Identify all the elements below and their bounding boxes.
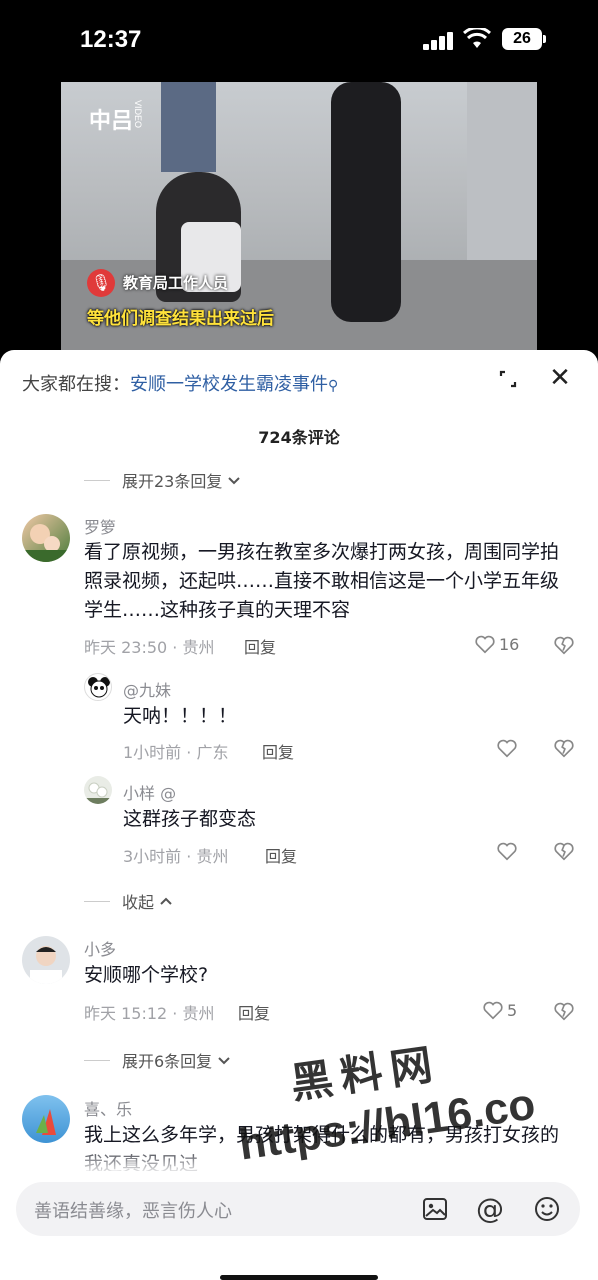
- cellular-signal-icon: [423, 32, 455, 50]
- reply-username[interactable]: 小样 @: [123, 780, 176, 804]
- chevron-down-icon: [218, 1057, 230, 1065]
- comment-username[interactable]: 小多: [84, 936, 116, 960]
- like-count: 5: [507, 1000, 518, 1020]
- heart-icon: [483, 1001, 503, 1020]
- reply-text: 天呐！！！！: [123, 705, 238, 727]
- comment-username[interactable]: 罗箩: [84, 514, 116, 538]
- speaker-label: 教育局工作人员: [123, 274, 229, 292]
- expand-replies-button[interactable]: 展开6条回复: [84, 1048, 232, 1072]
- like-button[interactable]: 16: [474, 633, 519, 655]
- comment-input-placeholder: 善语结善缘，恶言伤人心: [34, 1201, 232, 1222]
- broken-heart-icon[interactable]: [553, 634, 575, 656]
- comment-username[interactable]: 喜、乐: [84, 1096, 132, 1120]
- broken-heart-icon[interactable]: [553, 737, 575, 759]
- chevron-down-icon: [228, 477, 241, 485]
- reply-meta: 3小时前 · 贵州: [123, 847, 229, 866]
- channel-logo: 中吕VIDEO: [89, 100, 144, 134]
- home-indicator: [220, 1275, 378, 1280]
- broken-heart-icon[interactable]: [553, 840, 575, 862]
- emoji-icon[interactable]: [532, 1194, 562, 1224]
- comment-meta: 昨天 15:12 · 贵州: [84, 1004, 215, 1023]
- avatar[interactable]: [84, 673, 112, 701]
- comment-text: 安顺哪个学校?: [84, 964, 209, 986]
- reply-text: 这群孩子都变态: [123, 808, 257, 830]
- status-time: 12:37: [80, 26, 142, 53]
- status-bar: 12:37 26: [0, 0, 598, 80]
- like-count: 16: [499, 634, 520, 654]
- like-button[interactable]: 5: [482, 999, 517, 1021]
- expand-icon[interactable]: [495, 366, 521, 392]
- heart-icon[interactable]: [496, 737, 518, 759]
- collapse-replies-button[interactable]: 收起: [84, 889, 174, 913]
- trending-search: 大家都在搜：安顺一学校发生霸凌事件⚲: [22, 374, 339, 395]
- avatar[interactable]: [22, 936, 70, 984]
- reply-button[interactable]: 回复: [238, 1000, 270, 1024]
- flower-avatar-image: [84, 782, 112, 804]
- search-icon[interactable]: ⚲: [328, 378, 338, 394]
- comment-text: 看了原视频，一男孩在教室多次爆打两女孩，周围同学拍照录视频，还起哄……直接不敢相…: [84, 541, 560, 621]
- video-figure: [331, 82, 401, 322]
- video-caption: 等他们调查结果出来过后: [87, 309, 274, 329]
- broken-heart-icon[interactable]: [553, 1000, 575, 1022]
- avatar-image: [30, 946, 62, 984]
- reply-button[interactable]: 回复: [262, 739, 294, 763]
- heart-icon[interactable]: [496, 840, 518, 862]
- mention-icon[interactable]: @: [475, 1194, 505, 1224]
- avatar[interactable]: [22, 1095, 70, 1143]
- microphone-icon: 🎙: [87, 269, 115, 297]
- comment-count: 724条评论: [258, 428, 340, 447]
- avatar-image: [22, 524, 70, 562]
- comment-meta: 昨天 23:50 · 贵州: [84, 638, 215, 657]
- reply-username[interactable]: @九妹: [123, 677, 171, 701]
- video-player[interactable]: 中吕VIDEO 🎙 教育局工作人员 等他们调查结果出来过后: [61, 82, 537, 350]
- video-figure: [161, 82, 216, 172]
- heart-icon: [475, 635, 495, 654]
- panda-avatar-image: [88, 677, 110, 698]
- avatar[interactable]: [84, 776, 112, 804]
- close-icon[interactable]: ✕: [547, 365, 573, 392]
- wifi-icon: [463, 28, 491, 48]
- expand-replies-button[interactable]: 展开23条回复: [84, 468, 242, 492]
- trending-search-link[interactable]: 安顺一学校发生霸凌事件: [130, 374, 328, 395]
- avatar-image: [36, 1109, 56, 1135]
- battery-icon: 26: [502, 28, 542, 50]
- chevron-up-icon: [160, 897, 172, 905]
- avatar[interactable]: [22, 514, 70, 562]
- reply-meta: 1小时前 · 广东: [123, 743, 229, 762]
- image-icon[interactable]: [420, 1194, 450, 1224]
- battery-cap: [543, 35, 546, 43]
- reply-button[interactable]: 回复: [265, 843, 297, 867]
- comment-input[interactable]: 善语结善缘，恶言伤人心 @: [16, 1182, 580, 1236]
- reply-button[interactable]: 回复: [244, 634, 276, 658]
